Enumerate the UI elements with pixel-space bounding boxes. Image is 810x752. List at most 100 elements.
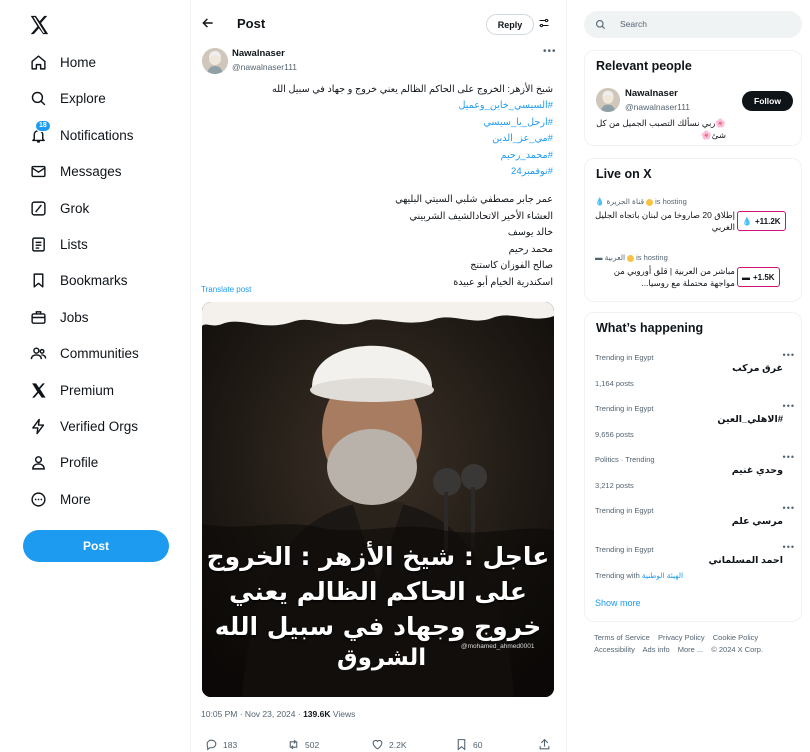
show-more-link[interactable]: Show more	[595, 598, 641, 608]
relevant-handle[interactable]: @nawalnaser111	[625, 102, 690, 112]
post-names-list: عمر جابر مصطفي شلبي السيتي البليهي العشا…	[213, 192, 553, 291]
live-count-value: +1.5K	[753, 272, 775, 282]
nav-premium-label: Premium	[60, 382, 115, 398]
nav-home-label: Home	[60, 54, 97, 70]
live-hosting-label: is hosting	[655, 197, 687, 206]
sliders-icon[interactable]	[538, 17, 550, 29]
whats-happening-card: What’s happening Trending in Egypt ••• غ…	[584, 312, 802, 622]
live-dot-icon	[646, 198, 654, 206]
nav-messages[interactable]: Messages	[30, 158, 122, 184]
media-headline: خروج وجهاد في سبيل الله	[214, 612, 542, 641]
alarabiya-logo-icon: ▬	[742, 272, 750, 282]
bookmark-count: 60	[473, 739, 483, 750]
live-text: إطلاق 20 صاروخا من لبنان باتجاه الجليل ا…	[595, 210, 735, 232]
more-options-icon[interactable]: •••	[783, 452, 795, 462]
trend-context: Trending in Egypt	[595, 545, 654, 554]
trend-context: Trending in Egypt	[595, 506, 654, 515]
more-options-icon[interactable]: •••	[543, 46, 557, 57]
post-text-line: العشاء الأخير الاتحادالشيف الشربيني	[409, 210, 553, 222]
shorouk-logo: الشروق	[337, 645, 427, 671]
nav-profile[interactable]: Profile	[30, 449, 98, 475]
post-button[interactable]: Post	[23, 530, 169, 562]
footer-link[interactable]: Accessibility	[594, 645, 635, 654]
nav-grok[interactable]: Grok	[30, 195, 89, 221]
hashtag-link[interactable]: #ارحل_يا_سيسي	[213, 115, 553, 131]
back-arrow-icon[interactable]	[201, 16, 215, 30]
nav-bookmarks-label: Bookmarks	[60, 272, 128, 288]
grok-icon	[30, 200, 47, 217]
post-actions: 183 502 2.2K 60	[205, 738, 555, 752]
hashtag-link[interactable]: #مي_عز_الدين	[213, 131, 553, 147]
avatar[interactable]	[596, 88, 620, 112]
nav-bookmarks[interactable]: Bookmarks	[30, 267, 128, 293]
repost-action[interactable]: 502	[287, 738, 319, 751]
post-meta: 10:05 PM · Nov 23, 2024 · 139.6K Views	[201, 709, 355, 719]
footer-link[interactable]: More ...	[678, 645, 703, 654]
footer-link[interactable]: Ads info	[643, 645, 670, 654]
nav-communities[interactable]: Communities	[30, 340, 139, 366]
relevant-name[interactable]: Nawalnaser	[625, 88, 678, 99]
footer-link[interactable]: Cookie Policy	[713, 633, 758, 642]
share-action[interactable]	[538, 738, 551, 751]
alarabiya-logo-icon: ▬	[595, 253, 603, 262]
post-text-line: محمد رحيم	[508, 243, 553, 255]
more-options-icon[interactable]: •••	[783, 503, 795, 513]
more-options-icon[interactable]: •••	[783, 542, 795, 552]
nav-notifications[interactable]: 18 Notifications	[30, 119, 134, 148]
post-text-line: عمر جابر مصطفي شلبي السيتي البليهي	[395, 194, 553, 205]
trend-with-link[interactable]: الهيئة الوطنية	[642, 571, 683, 580]
post-timestamp[interactable]: 10:05 PM · Nov 23, 2024 ·	[201, 709, 303, 719]
bell-icon: 18	[30, 119, 51, 144]
nav-notifications-label: Notifications	[60, 127, 134, 143]
people-icon	[30, 345, 47, 362]
post-text: شيخ الأزهر: الخروج على الحاكم الظالم يعن…	[213, 82, 553, 180]
relevant-people-card: Relevant people Nawalnaser @nawalnaser11…	[584, 50, 802, 146]
bookmark-action[interactable]: 60	[455, 738, 482, 751]
live-host-name: قناة الجزيرة	[606, 197, 645, 206]
trend-count: 1,164 posts	[595, 379, 634, 388]
hashtag-link[interactable]: #نوفمبر24	[213, 164, 553, 180]
more-options-icon[interactable]: •••	[783, 401, 795, 411]
x-logo-icon[interactable]	[28, 14, 50, 36]
nav-home[interactable]: Home	[30, 49, 96, 75]
hashtag-link[interactable]: #محمد_رحيم	[213, 148, 553, 164]
trend-context: Trending in Egypt	[595, 353, 654, 362]
nav-explore[interactable]: Explore	[30, 85, 106, 111]
nav-communities-label: Communities	[60, 345, 139, 361]
footer-link[interactable]: Privacy Policy	[658, 633, 705, 642]
footer-link[interactable]: Terms of Service	[594, 633, 650, 642]
more-options-icon[interactable]: •••	[783, 350, 795, 360]
live-on-x-card: Live on X 💧 قناة الجزيرة is hosting إطلاق…	[584, 158, 802, 302]
nav-verified-orgs[interactable]: Verified Orgs	[30, 413, 138, 439]
nav-lists[interactable]: Lists	[30, 231, 88, 257]
trend-context: Trending in Egypt	[595, 404, 654, 413]
reply-count: 183	[223, 739, 238, 750]
aljazeera-logo-icon: 💧	[742, 216, 752, 226]
post-media-image[interactable]: عاجل : شيخ الأزهر : الخروج على الحاكم ال…	[202, 302, 554, 697]
live-text: مباشر من العربية | قلق أوروبي من مواجهة …	[613, 266, 735, 288]
live-title: Live on X	[596, 167, 652, 181]
author-name[interactable]: Nawalnaser	[232, 48, 285, 59]
hashtag-link[interactable]: #السيسي_خاين_وعميل	[213, 98, 554, 114]
nav-jobs[interactable]: Jobs	[30, 304, 89, 330]
live-host-name: العربية	[604, 253, 626, 262]
trend-with-label: Trending with	[595, 571, 640, 580]
like-action[interactable]: 2.2K	[371, 738, 407, 751]
nav-profile-label: Profile	[60, 454, 99, 470]
trend-title: #الاهلي_العين	[717, 414, 783, 425]
author-avatar[interactable]	[202, 48, 228, 74]
search-icon	[596, 20, 606, 30]
nav-premium[interactable]: Premium	[30, 377, 114, 403]
reply-action[interactable]: 183	[205, 738, 237, 751]
nav-more[interactable]: More	[30, 486, 91, 512]
view-count: 139.6K	[303, 709, 331, 719]
reply-button[interactable]: Reply	[486, 14, 534, 35]
trend-title: غرق مركب	[732, 363, 783, 374]
repost-icon	[289, 739, 298, 750]
follow-button[interactable]: Follow	[742, 91, 793, 111]
author-handle[interactable]: @nawalnaser111	[232, 62, 297, 72]
search-input[interactable]: Search	[584, 11, 802, 38]
bookmark-icon	[457, 739, 466, 751]
translate-post-link[interactable]: Translate post	[201, 285, 251, 294]
trending-title: What’s happening	[596, 321, 704, 335]
